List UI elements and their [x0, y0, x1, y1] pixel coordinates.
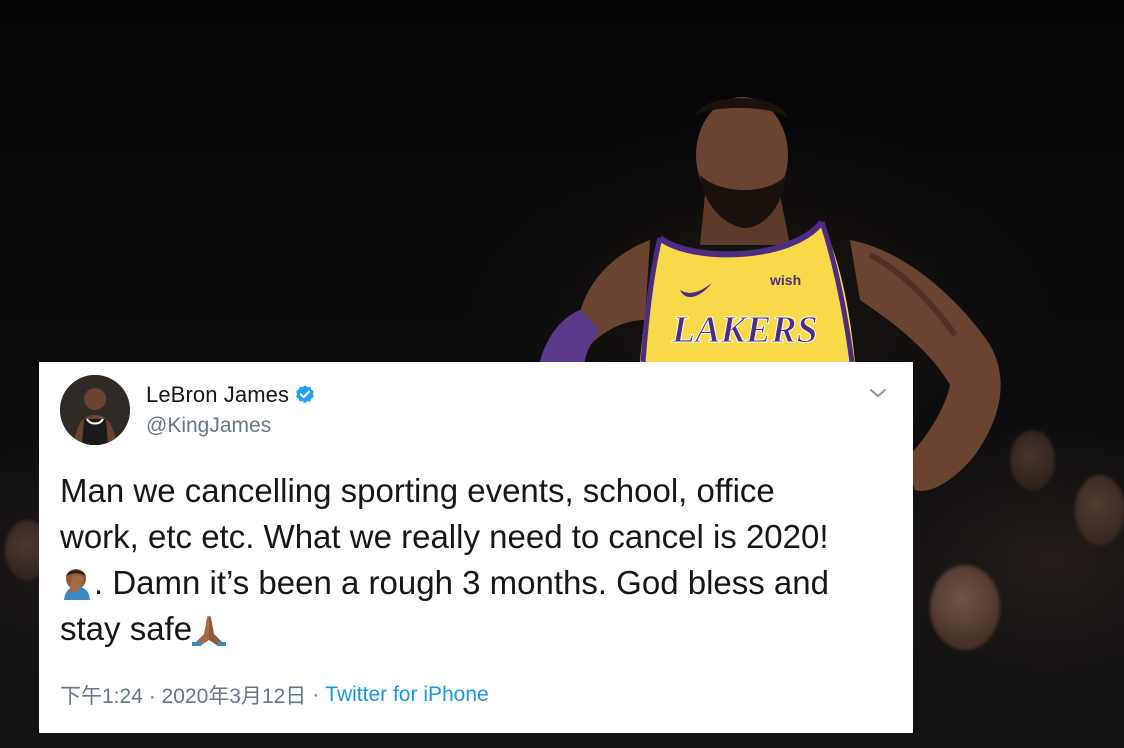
tweet-text-line: stay safe — [60, 610, 193, 647]
verified-badge-icon — [296, 385, 314, 403]
tweet-source-link[interactable]: Twitter for iPhone — [325, 683, 488, 707]
more-options-button[interactable] — [865, 382, 891, 404]
tweet-text-line: Man we cancelling sporting events, schoo… — [60, 472, 775, 509]
jersey-sponsor-text: wish — [769, 272, 801, 288]
chevron-down-icon — [870, 389, 886, 398]
praying-hands-emoji-icon — [192, 615, 227, 646]
tweet-text: Man we cancelling sporting events, schoo… — [60, 468, 890, 652]
tweet-card[interactable]: LeBron James @KingJames Man we cancellin… — [39, 362, 913, 733]
tweet-text-line: . Damn it’s been a rough 3 months. God b… — [94, 564, 829, 601]
tweet-text-line: work, etc etc. What we really need to ca… — [60, 518, 829, 555]
meta-separator: · — [312, 683, 320, 706]
facepalm-emoji-icon — [64, 569, 90, 600]
author-handle[interactable]: @KingJames — [146, 414, 271, 438]
tweet-meta: 下午1:24 · 2020年3月12日 · Twitter for iPhone — [60, 680, 489, 710]
jersey-team-text: LAKERS — [671, 309, 818, 351]
avatar[interactable] — [60, 375, 130, 445]
tweet-timestamp[interactable]: 下午1:24 · 2020年3月12日 — [60, 680, 306, 710]
author-name[interactable]: LeBron James — [146, 382, 289, 408]
